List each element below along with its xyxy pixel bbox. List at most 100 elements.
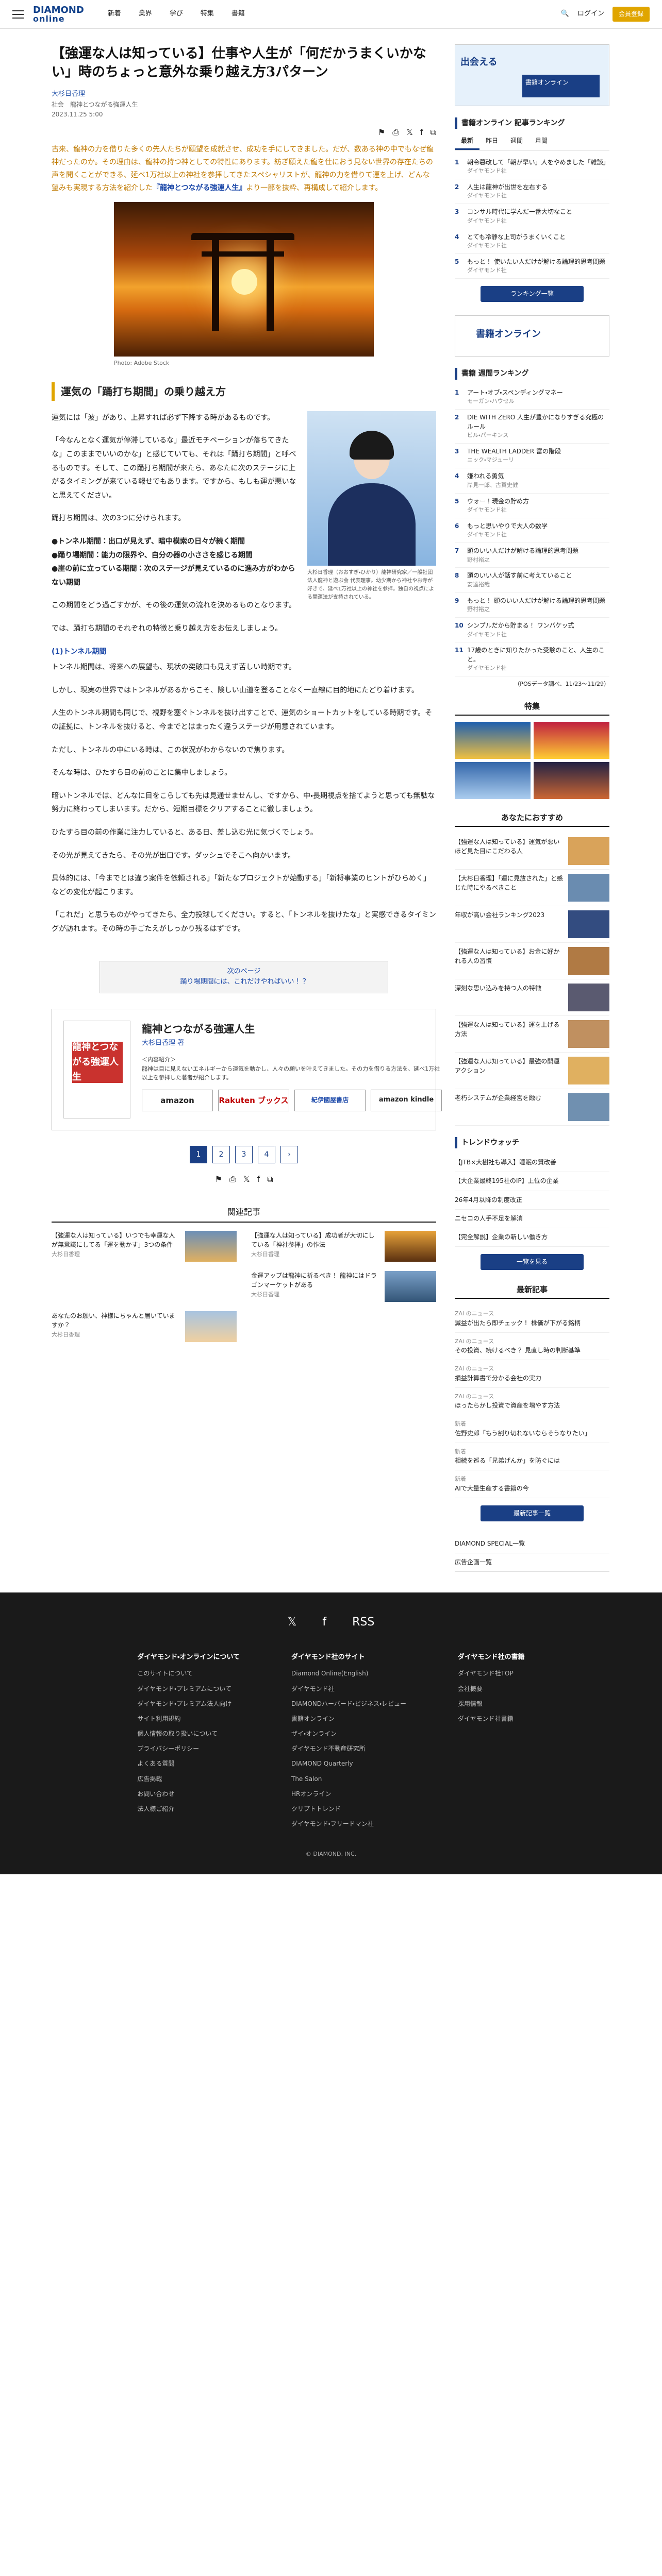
next-page-link[interactable]: 次のページ 踊り場期間には、これだけやればいい！？	[100, 960, 388, 994]
feature-banner[interactable]	[455, 761, 531, 799]
nav-feature[interactable]: 特集	[201, 9, 214, 20]
page-4[interactable]: 4	[258, 1146, 275, 1164]
feature-banner[interactable]	[534, 721, 609, 759]
feature-banner[interactable]	[534, 761, 609, 799]
weekly-item[interactable]: 6 もっと思いやりで大人の数学 ダイヤモンド社	[455, 518, 609, 544]
footer-link[interactable]: 書籍オンライン	[291, 1714, 406, 1724]
footer-link[interactable]: お問い合わせ	[137, 1789, 240, 1799]
facebook-share-icon[interactable]: f	[420, 126, 423, 139]
next-page-arrow[interactable]: ›	[280, 1146, 298, 1164]
book-author[interactable]: 大杉日香理 著	[142, 1038, 442, 1049]
trend-item[interactable]: 【完全解説】企業の新しい働き方	[455, 1228, 609, 1247]
latest-item[interactable]: 新着 佐野史郎「もう割り切れないならそうなりたい」	[455, 1415, 609, 1443]
latest-item[interactable]: ZAi のニュース 減益が出たら即チェック！ 株価が下がる銘柄	[455, 1305, 609, 1333]
weekly-item[interactable]: 10 シンプルだから貯まる！ ワンバケッ式 ダイヤモンド社	[455, 618, 609, 643]
footer-link[interactable]: サイト利用規約	[137, 1714, 240, 1724]
latest-item[interactable]: ZAi のニュース ほったらかし投資で資産を増やす方法	[455, 1388, 609, 1416]
footer-link[interactable]: ダイヤモンド・プレミアム法人向け	[137, 1699, 240, 1709]
weekly-item[interactable]: 3 THE WEALTH LADDER 富の階段 ニック・マジューリ	[455, 444, 609, 469]
footer-link[interactable]: クリプトトレンド	[291, 1804, 406, 1814]
tab-latest[interactable]: 最新	[455, 134, 480, 150]
login-link[interactable]: ログイン	[577, 9, 604, 20]
page-1[interactable]: 1	[190, 1146, 207, 1164]
related-item[interactable]: 金運アップは龍神に祈るべき！ 龍神にはドラゴンマーケットがある 大杉日香理	[251, 1271, 436, 1302]
print-icon[interactable]: ⎙	[229, 1173, 236, 1186]
nav-books[interactable]: 書籍	[231, 9, 245, 20]
facebook-share-icon[interactable]: f	[257, 1173, 260, 1186]
recommend-item[interactable]: 【強運な人は知っている】お金に好かれる人の習慣	[455, 943, 609, 979]
feature-banner[interactable]	[455, 721, 531, 759]
menu-icon[interactable]	[12, 10, 24, 19]
recommend-item[interactable]: 【強運な人は知っている】最強の開運アクション	[455, 1053, 609, 1089]
footer-link[interactable]: ザイ・オンライン	[291, 1729, 406, 1739]
related-item[interactable]: 【強運な人は知っている】成功者が大切にしている「神社参拝」の作法 大杉日香理	[251, 1231, 436, 1262]
weekly-item[interactable]: 1 アート・オブ・スペンディングマネー モーガン・ハウセル	[455, 385, 609, 410]
footer-link[interactable]: 個人情報の取り扱いについて	[137, 1729, 240, 1739]
ranking-item[interactable]: 2 人生は龍神が出世を左右する ダイヤモンド社	[455, 179, 609, 205]
recommend-item[interactable]: 年収が高い会社ランキング2023	[455, 906, 609, 943]
footer-link[interactable]: プライバシーポリシー	[137, 1744, 240, 1754]
search-icon[interactable]: 🔍	[561, 9, 569, 20]
trend-item[interactable]: ニセコの人手不足を解消	[455, 1210, 609, 1228]
footer-link[interactable]: DIAMONDハーバード・ビジネス・レビュー	[291, 1699, 406, 1709]
footer-link[interactable]: DIAMOND Quarterly	[291, 1759, 406, 1769]
facebook-icon[interactable]: f	[322, 1613, 326, 1631]
kindle-button[interactable]: amazon kindle	[371, 1089, 442, 1111]
latest-more-button[interactable]: 最新記事一覧	[481, 1505, 584, 1521]
ranking-item[interactable]: 1 朝令暮改して「朝が早い」人をやめました「雑談」 ダイヤモンド社	[455, 155, 609, 179]
tab-weekly[interactable]: 週間	[504, 134, 529, 149]
latest-item[interactable]: ZAi のニュース その投資、続けるべき？ 見直し時の判断基準	[455, 1333, 609, 1361]
footer-link[interactable]: HRオンライン	[291, 1789, 406, 1799]
trend-item[interactable]: 【JTB×大樹社も導入】睡眠の質改善	[455, 1154, 609, 1173]
weekly-item[interactable]: 8 頭のいい人が話す前に考えていること 安達裕哉	[455, 568, 609, 593]
book-line[interactable]: 社会 龍神とつながる強運人生	[52, 100, 436, 110]
footer-link[interactable]: Diamond Online(English)	[291, 1669, 406, 1679]
recommend-item[interactable]: 深刻な思い込みを持つ人の特徴	[455, 979, 609, 1016]
ad-banner-books[interactable]: 書籍オンライン	[455, 315, 609, 357]
weekly-item[interactable]: 2 DIE WITH ZERO 人生が豊かになりすぎる究極のルール ビル・パーキンス	[455, 410, 609, 444]
footer-link[interactable]: 採用情報	[458, 1699, 525, 1709]
latest-item[interactable]: 新着 AIで大量生産する書籍の今	[455, 1470, 609, 1498]
x-share-icon[interactable]: 𝕏	[243, 1173, 250, 1186]
rss-icon[interactable]: RSS	[352, 1613, 374, 1631]
footer-link[interactable]: よくある質問	[137, 1759, 240, 1769]
ads-link[interactable]: 広告企画一覧	[455, 1553, 609, 1572]
footer-link[interactable]: ダイヤモンド・プレミアムについて	[137, 1684, 240, 1694]
footer-link[interactable]: 会社概要	[458, 1684, 525, 1694]
latest-item[interactable]: 新着 相続を巡る「兄弟げんか」を防ぐには	[455, 1443, 609, 1471]
ranking-item[interactable]: 5 もっと！ 使いたい人だけが解ける論理的思考問題 ダイヤモンド社	[455, 254, 609, 279]
footer-link[interactable]: ダイヤモンド不動産研究所	[291, 1744, 406, 1754]
ad-banner[interactable]: 出会える 書籍オンライン	[455, 44, 609, 106]
recommend-item[interactable]: 【強運な人は知っている】運気が悪いほど見た目にこだわる人	[455, 833, 609, 870]
trend-item[interactable]: 26年4月以降の制度改正	[455, 1191, 609, 1210]
bookmark-icon[interactable]: ⚑	[378, 126, 385, 139]
copy-link-icon[interactable]: ⧉	[267, 1173, 273, 1186]
nav-industry[interactable]: 業界	[139, 9, 152, 20]
tab-yesterday[interactable]: 昨日	[479, 134, 504, 149]
site-logo[interactable]: DIAMOND online	[33, 5, 84, 23]
ranking-item[interactable]: 4 とても冷静な上司がうまくいくこと ダイヤモンド社	[455, 229, 609, 254]
footer-link[interactable]: このサイトについて	[137, 1669, 240, 1679]
trend-more-button[interactable]: 一覧を見る	[481, 1254, 584, 1270]
nav-new[interactable]: 新着	[108, 9, 121, 20]
weekly-item[interactable]: 7 頭のいい人だけが解ける論理的思考問題 野村裕之	[455, 543, 609, 568]
tab-monthly[interactable]: 月間	[529, 134, 554, 149]
latest-item[interactable]: ZAi のニュース 損益計算書で分かる会社の実力	[455, 1360, 609, 1388]
kinokuniya-button[interactable]: 紀伊國屋書店	[294, 1089, 366, 1111]
nav-learn[interactable]: 学び	[170, 9, 183, 20]
book-cover[interactable]: 龍神とつながる強運人生	[63, 1021, 130, 1119]
book-link[interactable]: 『龍神とつながる強運人生』	[153, 184, 246, 192]
footer-link[interactable]: The Salon	[291, 1774, 406, 1784]
author-link[interactable]: 大杉日香理	[52, 89, 436, 100]
x-share-icon[interactable]: 𝕏	[406, 126, 413, 139]
print-icon[interactable]: ⎙	[392, 126, 399, 139]
ranking-more-button[interactable]: ランキング一覧	[481, 286, 584, 302]
footer-link[interactable]: ダイヤモンド社書籍	[458, 1714, 525, 1724]
rakuten-button[interactable]: Rakuten ブックス	[218, 1089, 289, 1111]
recommend-item[interactable]: 【大杉日香理】「運に見放された」と感じた時にやるべきこと	[455, 870, 609, 906]
ranking-item[interactable]: 3 コンサル時代に学んだ一番大切なこと ダイヤモンド社	[455, 204, 609, 229]
trend-item[interactable]: 【大企業最終195社のIP】上位の企業	[455, 1172, 609, 1191]
weekly-item[interactable]: 11 17歳のときに知りたかった受験のこと、人生のこと。 ダイヤモンド社	[455, 642, 609, 677]
copy-link-icon[interactable]: ⧉	[431, 126, 436, 139]
page-3[interactable]: 3	[235, 1146, 253, 1164]
